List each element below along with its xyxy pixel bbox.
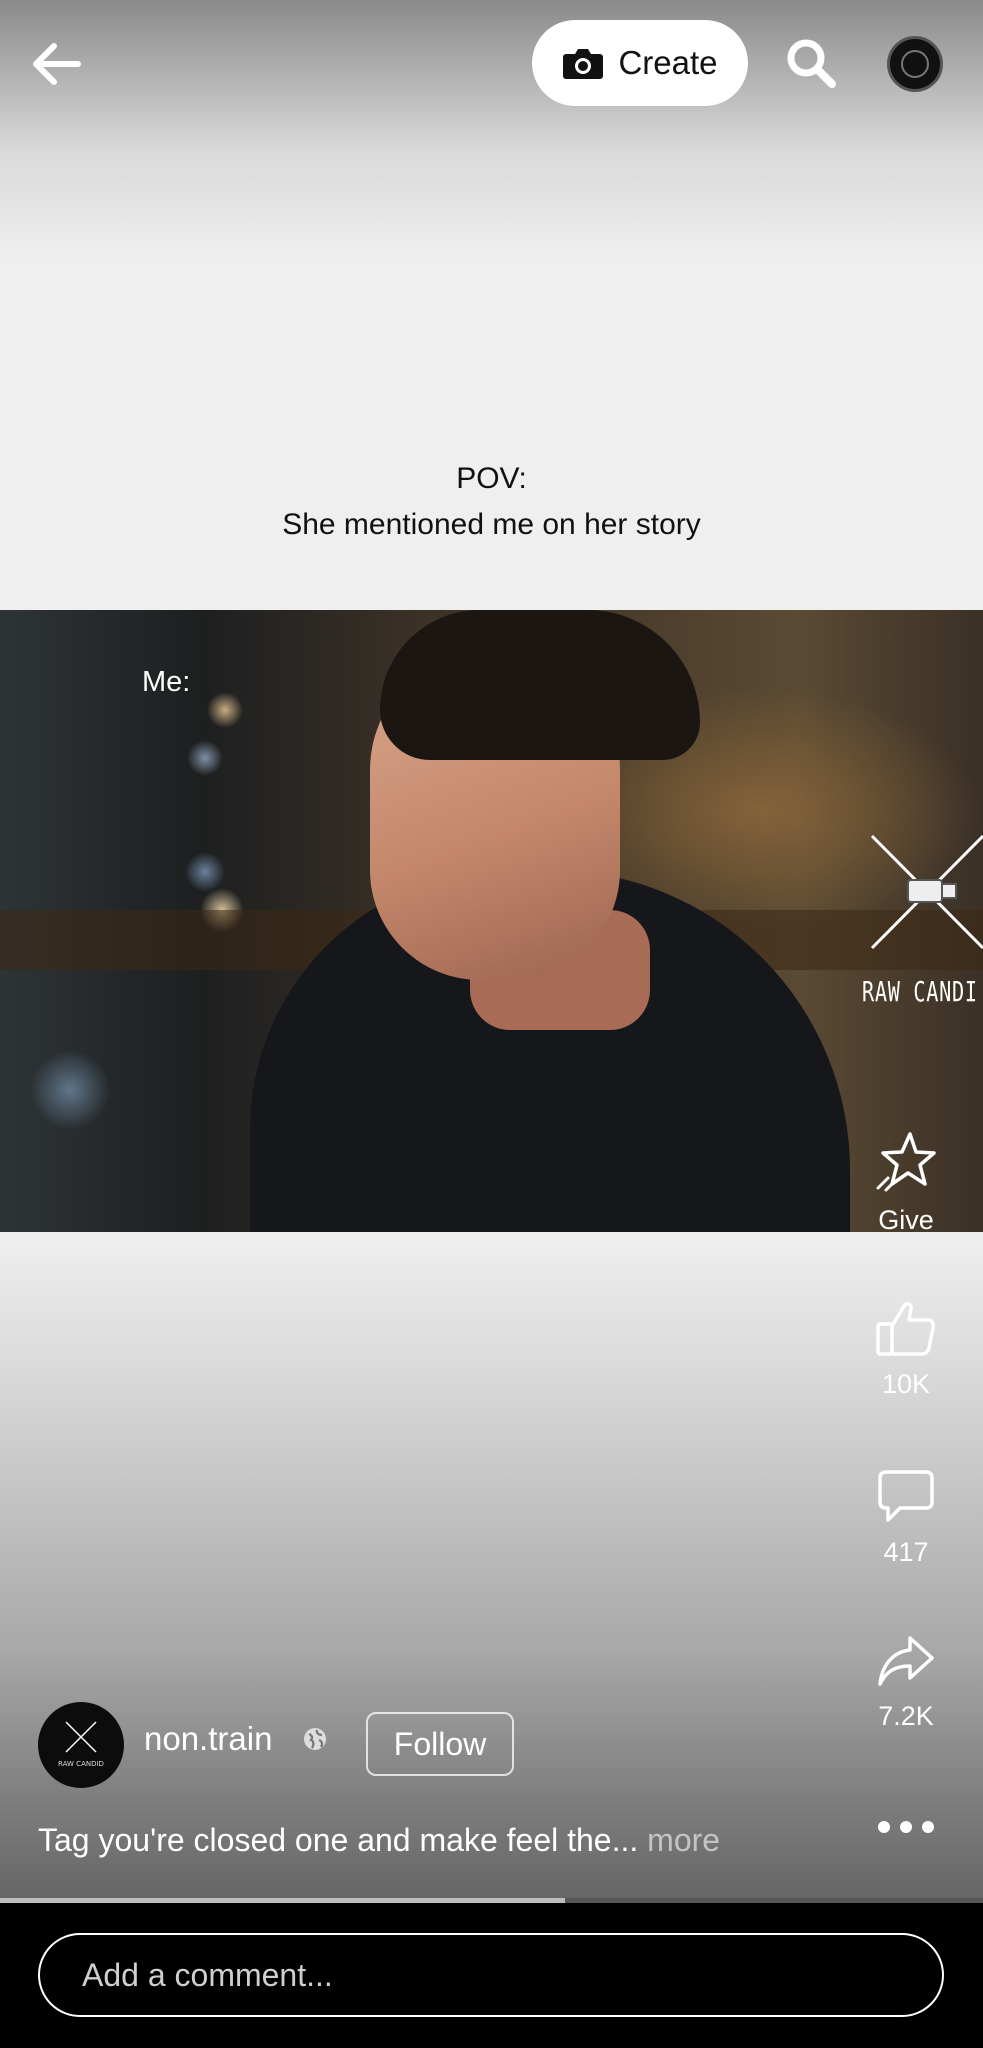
comment-input[interactable]: Add a comment... bbox=[38, 1933, 944, 2017]
give-button[interactable]: Give bbox=[858, 1130, 954, 1236]
more-options-button[interactable] bbox=[874, 1812, 938, 1842]
video-overlay-text: Me: bbox=[142, 666, 191, 698]
camera-icon bbox=[563, 49, 604, 79]
more-horizontal-icon bbox=[878, 1821, 934, 1833]
globe-icon bbox=[304, 1728, 326, 1750]
video-frame[interactable]: Me: bbox=[0, 610, 983, 1232]
like-button[interactable]: 10K bbox=[858, 1298, 954, 1400]
share-count: 7.2K bbox=[878, 1701, 934, 1731]
create-button[interactable]: Create bbox=[532, 20, 748, 106]
caption-line-2: She mentioned me on her story bbox=[282, 508, 701, 541]
share-arrow-icon bbox=[878, 1636, 934, 1686]
author-avatar-text: RAW CANDID bbox=[58, 1760, 104, 1768]
share-button[interactable]: 7.2K bbox=[858, 1634, 954, 1732]
search-button[interactable] bbox=[784, 36, 838, 90]
comment-icon bbox=[878, 1470, 934, 1522]
comment-button[interactable]: 417 bbox=[858, 1466, 954, 1568]
give-label: Give bbox=[878, 1205, 934, 1235]
star-icon bbox=[876, 1132, 936, 1192]
author-avatar-logo: RAW CANDID bbox=[58, 1721, 104, 1768]
description-more-link[interactable]: more bbox=[647, 1822, 720, 1858]
like-count: 10K bbox=[881, 1369, 931, 1399]
author-name[interactable]: non.train bbox=[144, 1720, 272, 1758]
create-button-label: Create bbox=[618, 44, 718, 81]
arrow-left-icon bbox=[33, 43, 81, 85]
author-avatar[interactable]: RAW CANDID bbox=[38, 1702, 124, 1788]
search-icon bbox=[787, 39, 836, 88]
profile-avatar[interactable] bbox=[887, 36, 943, 92]
comment-count: 417 bbox=[883, 1537, 929, 1567]
watermark-text: RAW CANDI bbox=[862, 975, 978, 1008]
video-person-hair bbox=[380, 610, 700, 760]
back-button[interactable] bbox=[28, 36, 88, 92]
thumbs-up-icon bbox=[876, 1301, 935, 1356]
comment-bar: Add a comment... bbox=[0, 1903, 983, 2048]
description-text: Tag you're closed one and make feel the.… bbox=[38, 1822, 648, 1858]
follow-button[interactable]: Follow bbox=[366, 1712, 514, 1776]
caption-line-1: POV: bbox=[456, 462, 527, 495]
post-description: Tag you're closed one and make feel the.… bbox=[38, 1822, 720, 1859]
